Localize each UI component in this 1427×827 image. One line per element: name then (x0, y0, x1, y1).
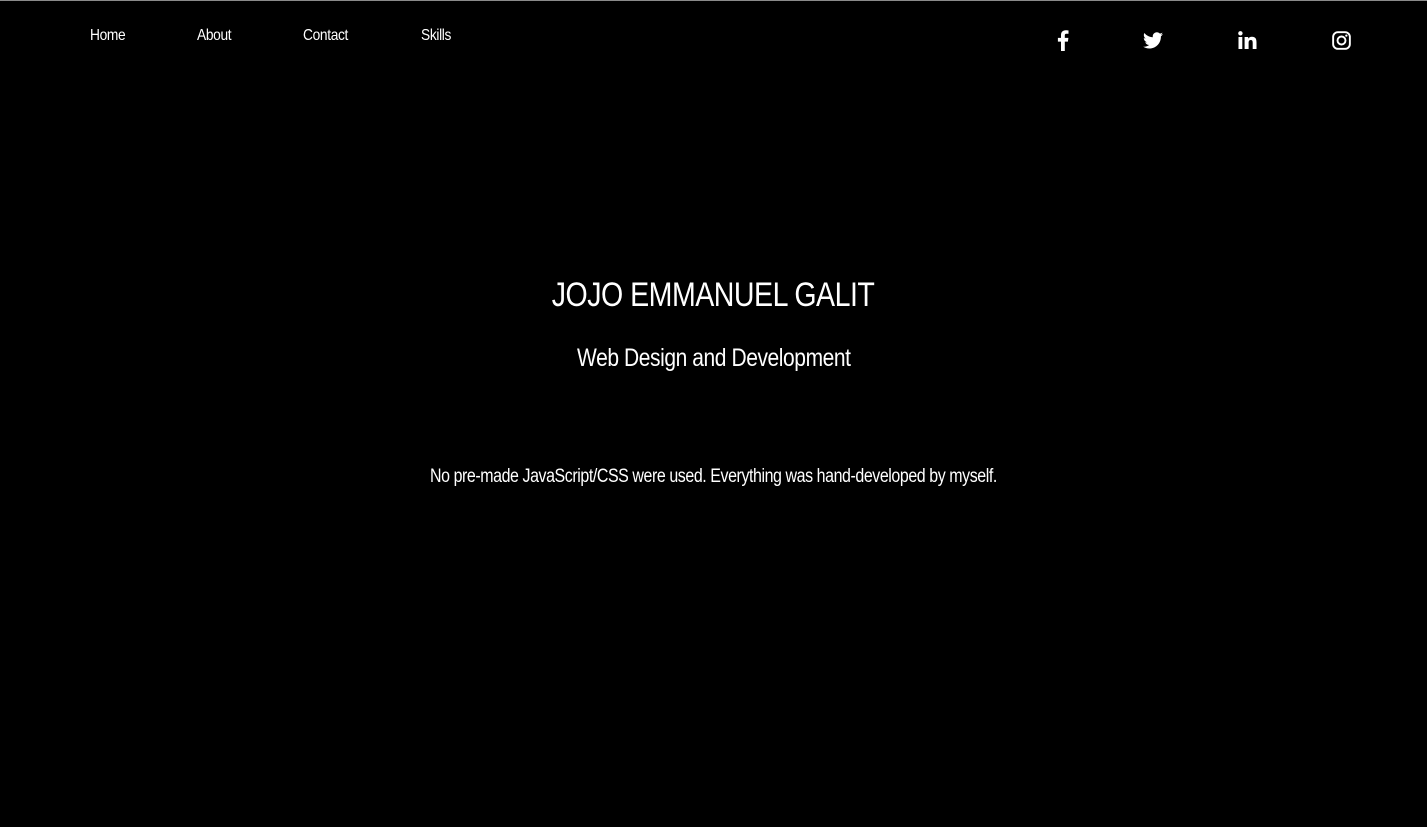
nav-link-contact[interactable]: Contact (303, 27, 348, 45)
facebook-icon (1057, 29, 1069, 51)
linkedin-link[interactable] (1234, 28, 1260, 52)
twitter-icon (1143, 31, 1163, 48)
hero-tagline-text: Web Design and Development (576, 344, 851, 372)
nav-link-home[interactable]: Home (90, 27, 126, 45)
twitter-link[interactable] (1140, 28, 1166, 52)
top-navigation: Home About Contact Skills (0, 25, 1427, 55)
facebook-link[interactable] (1050, 28, 1076, 52)
top-border (0, 0, 1427, 1)
nav-link-skills[interactable]: Skills (421, 27, 451, 45)
nav-link-about[interactable]: About (197, 27, 232, 45)
hero-note: No pre-made JavaScript/CSS were used. Ev… (0, 466, 1427, 488)
hero-note-text: No pre-made JavaScript/CSS were used. Ev… (430, 466, 997, 487)
linkedin-icon (1237, 31, 1256, 49)
hero-name-text: JOJO EMMANUEL GALIT (552, 276, 875, 314)
hero-name: JOJO EMMANUEL GALIT (0, 276, 1427, 315)
hero-tagline: Web Design and Development (0, 344, 1427, 373)
instagram-link[interactable] (1328, 28, 1354, 52)
instagram-icon (1331, 30, 1351, 50)
